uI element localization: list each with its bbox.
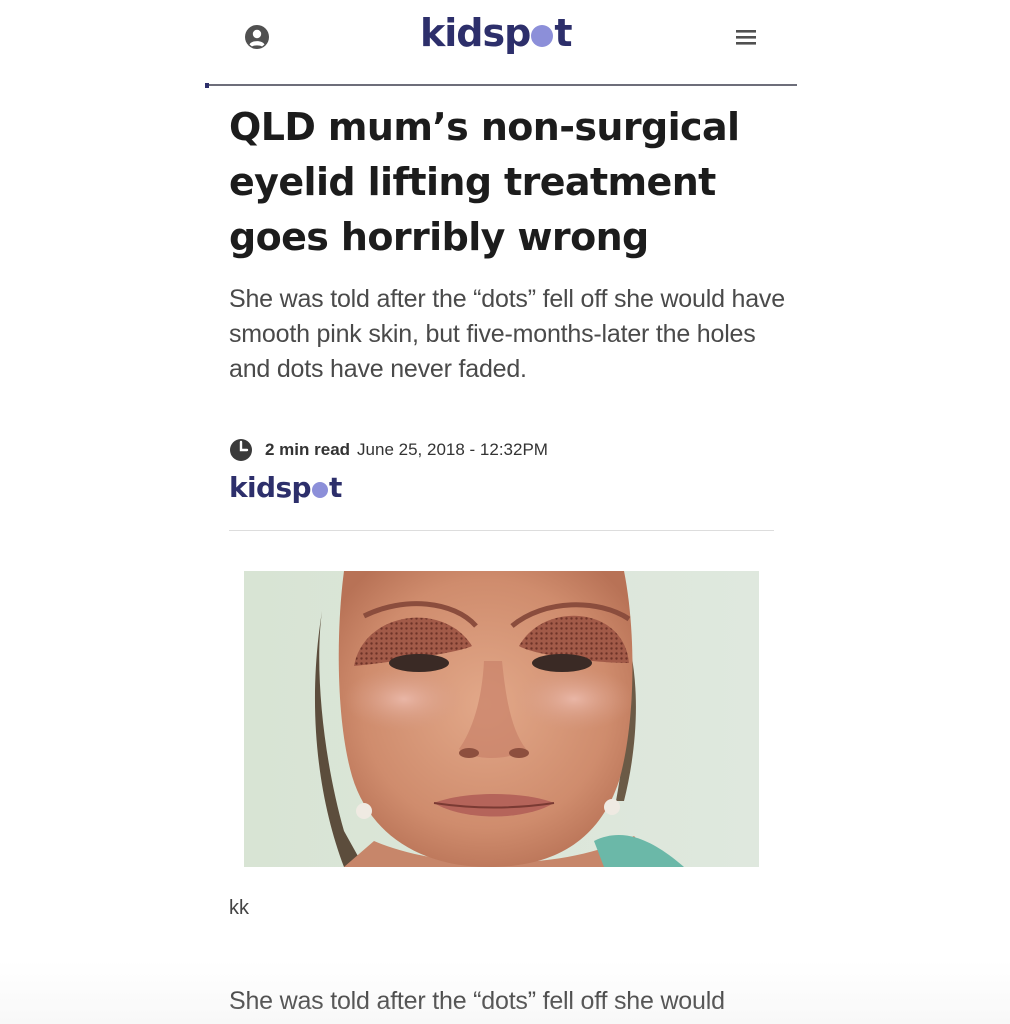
logo-text-end: t [554, 11, 572, 55]
source-logo-text-end: t [328, 471, 342, 504]
article-meta: 2 min read June 25, 2018 - 12:32PM [229, 436, 548, 464]
article-headline: QLD mum’s non-surgical eyelid lifting tr… [229, 105, 740, 259]
header-divider [205, 83, 797, 88]
clock-icon [229, 438, 253, 462]
source-logo[interactable]: kidsp t [229, 474, 342, 502]
logo-dot [531, 25, 554, 47]
read-time: 2 min read [265, 440, 351, 459]
publish-date: June 25, 2018 - 12:32PM [357, 440, 548, 459]
site-header: kidsp t [205, 0, 797, 88]
user-account-icon[interactable] [243, 23, 271, 51]
article-standfirst: She was told after the “dots” fell off s… [229, 285, 785, 383]
logo-text-start: kidsp [420, 11, 531, 55]
article-page: kidsp t QLD mum’s non-surgical eyelid li… [0, 0, 1010, 1024]
hamburger-menu-icon[interactable] [733, 24, 759, 50]
source-logo-dot [311, 482, 328, 498]
meta-divider [229, 530, 774, 531]
photo-caption: kk [229, 897, 249, 919]
article-body-first-line: She was told after the “dots” fell off s… [229, 987, 725, 1015]
source-logo-text-start: kidsp [229, 471, 312, 504]
site-logo[interactable]: kidsp t [420, 8, 573, 58]
article-photo[interactable] [244, 571, 759, 867]
